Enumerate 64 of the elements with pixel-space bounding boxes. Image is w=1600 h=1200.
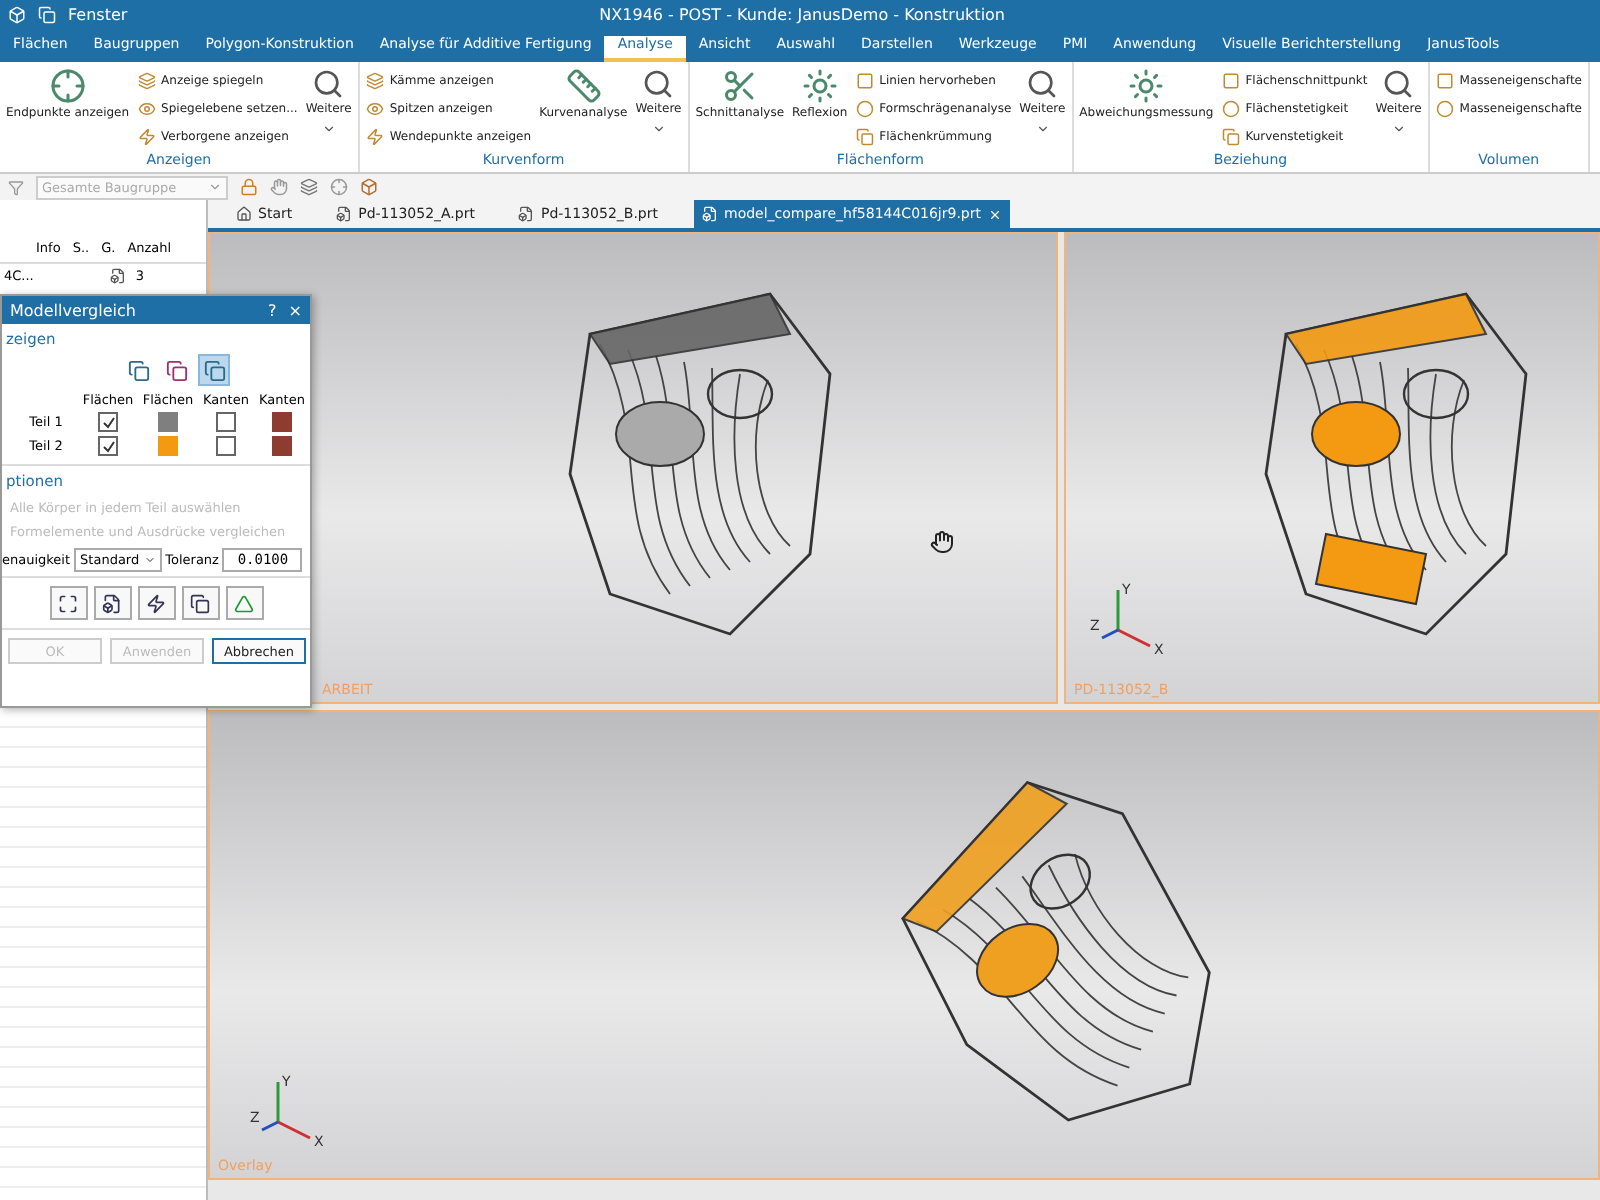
tool-icon: [365, 72, 384, 90]
part-icon: [702, 206, 718, 222]
dialog-title: Modellvergleich: [10, 301, 138, 319]
caret-icon: [1035, 121, 1050, 136]
search-icon: [1026, 68, 1059, 100]
tool-icon: [102, 593, 122, 613]
tool-icon: [146, 593, 166, 613]
tool-button[interactable]: [181, 586, 219, 620]
tool-icon: [565, 68, 602, 104]
checkbox[interactable]: [98, 412, 118, 432]
tool-icon: [137, 100, 156, 118]
overlap-icon: [127, 359, 149, 381]
color-swatch[interactable]: [272, 436, 292, 456]
lock-icon: [240, 178, 258, 196]
tool-icon: [1128, 68, 1165, 104]
color-swatch[interactable]: [158, 436, 178, 456]
triangle-icon: [234, 593, 254, 613]
tool-icon: [855, 128, 874, 146]
caret-icon: [208, 180, 222, 194]
crosshair-icon: [330, 178, 348, 196]
tool-icon: [801, 68, 838, 104]
color-swatch[interactable]: [272, 412, 292, 432]
tool-button[interactable]: [49, 586, 87, 620]
filter-icon: [8, 179, 24, 195]
part-icon: [518, 206, 535, 222]
app-icon: [8, 6, 26, 24]
close-button[interactable]: ×: [288, 301, 302, 319]
hand-cursor-icon: [930, 530, 954, 554]
checkbox[interactable]: [98, 436, 118, 456]
tool-button[interactable]: [137, 586, 175, 620]
overlap-icon: [203, 359, 225, 381]
part-icon: [336, 206, 353, 222]
search-icon: [1382, 68, 1415, 100]
tool-button[interactable]: [93, 586, 131, 620]
caret-icon: [143, 554, 156, 566]
tool-icon: [58, 593, 78, 613]
caret-icon: [651, 121, 666, 136]
tool-icon: [1221, 128, 1240, 146]
tool-icon: [365, 100, 384, 118]
window-menu[interactable]: Fenster: [68, 6, 128, 24]
window-title: NX1946 - POST - Kunde: JanusDemo - Konstruktion: [599, 6, 1005, 24]
color-swatch[interactable]: [158, 412, 178, 432]
tool-icon: [190, 593, 210, 613]
layers-icon: [300, 178, 318, 196]
tool-icon: [137, 128, 156, 146]
tool-icon: [365, 128, 384, 146]
help-button[interactable]: ?: [268, 301, 277, 319]
caret-icon: [1391, 121, 1406, 136]
tool-icon: [49, 68, 86, 104]
hand-icon: [270, 178, 288, 196]
display-mode-button[interactable]: [198, 354, 230, 386]
window-icon: [38, 6, 56, 24]
overlap-icon: [165, 359, 187, 381]
tool-icon: [137, 72, 156, 90]
home-icon: [236, 206, 252, 222]
cube-icon: [360, 178, 378, 196]
checkbox[interactable]: [216, 436, 236, 456]
checkbox[interactable]: [216, 412, 236, 432]
search-icon: [642, 68, 675, 100]
close-icon: [987, 207, 1001, 221]
file-icon: [109, 268, 126, 284]
tool-icon: [721, 68, 758, 104]
caret-icon: [321, 121, 336, 136]
search-icon: [312, 68, 345, 100]
